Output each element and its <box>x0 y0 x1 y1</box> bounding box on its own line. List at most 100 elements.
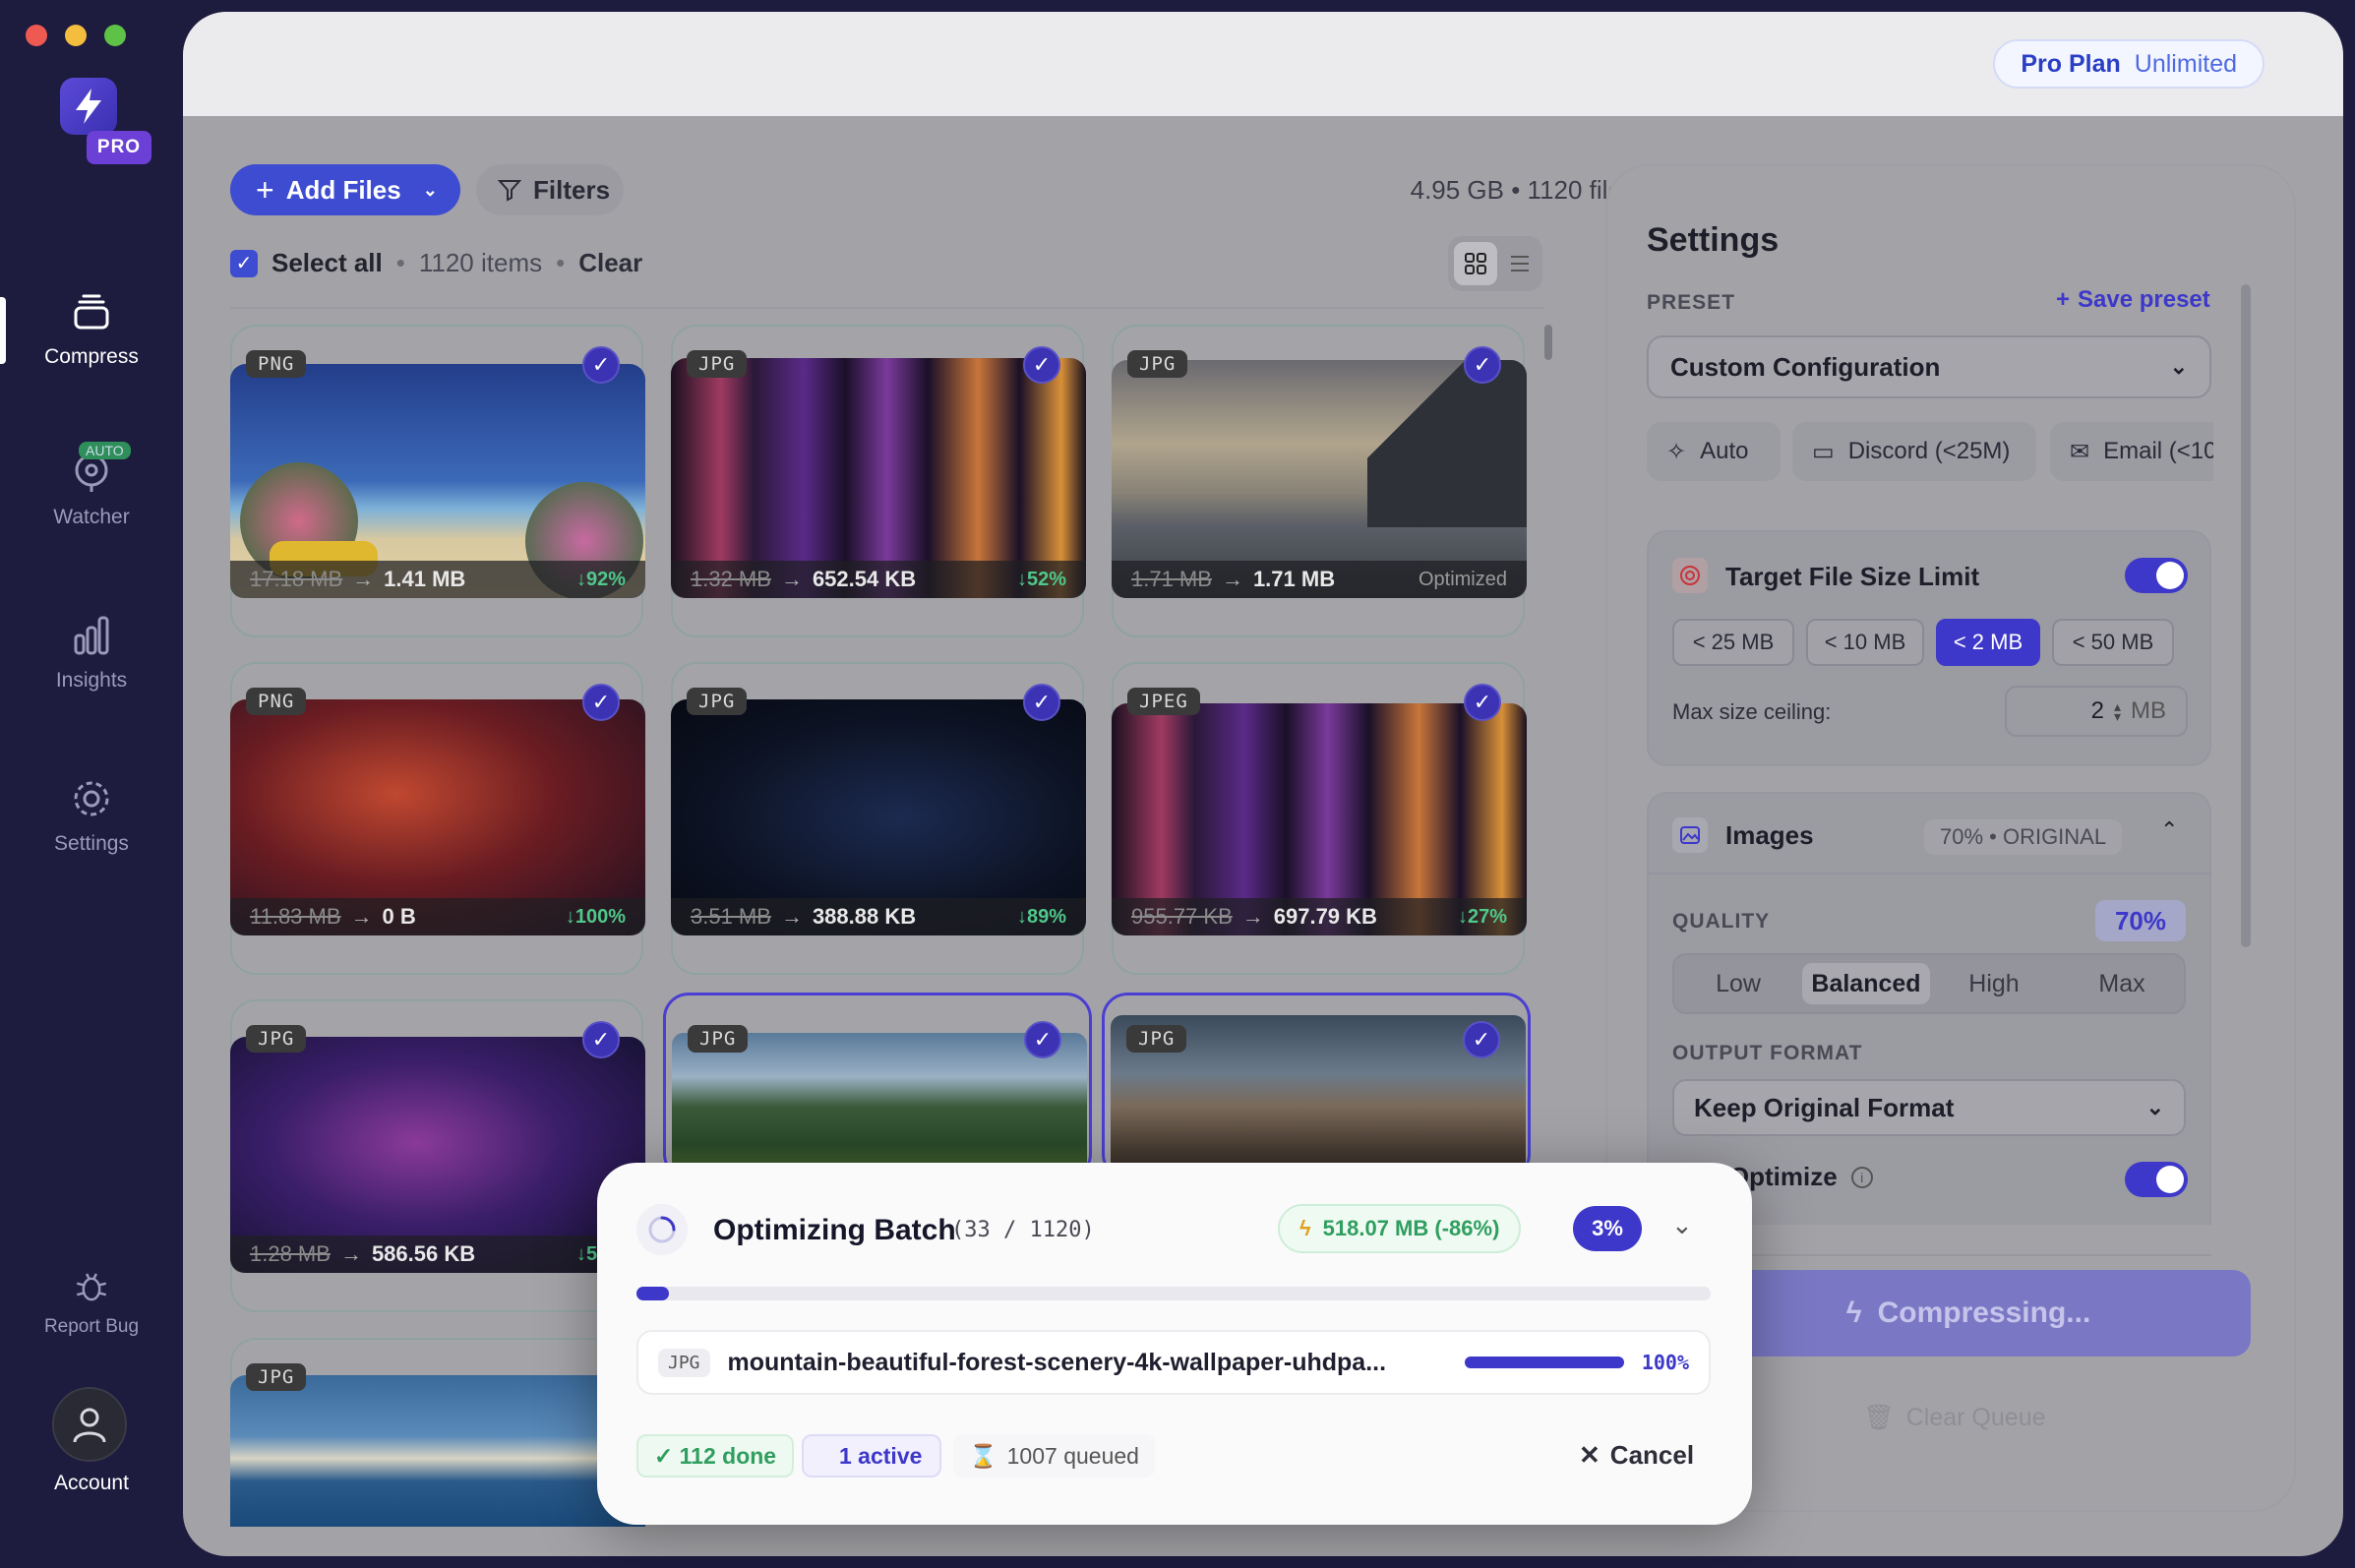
file-type-tag: JPEG <box>1127 688 1200 715</box>
stepper-icon[interactable]: ▴ ▾ <box>2114 699 2121 723</box>
image-card[interactable]: JPEG ✓ 955.77 KB → 697.79 KB ↓27% <box>1112 662 1527 975</box>
close-window-button[interactable] <box>26 25 47 46</box>
chip-label: Auto <box>1700 438 1749 464</box>
active-file-name: mountain-beautiful-forest-scenery-4k-wal… <box>727 1348 1387 1376</box>
size-option[interactable]: < 25 MB <box>1672 619 1794 666</box>
panel-scrollbar[interactable] <box>2241 284 2251 947</box>
clear-queue-label: Clear Queue <box>1905 1404 2046 1431</box>
selected-check-icon[interactable]: ✓ <box>1464 346 1501 384</box>
original-size: 3.51 MB <box>691 904 771 929</box>
queued-label: 1007 queued <box>1006 1442 1139 1469</box>
bolt-icon <box>60 78 117 135</box>
grid-view-icon[interactable] <box>1454 242 1497 285</box>
nav-watcher[interactable]: Watcher <box>0 451 183 529</box>
image-card[interactable]: JPG ✓ <box>663 993 1092 1180</box>
minimize-window-button[interactable] <box>65 25 87 46</box>
preset-chip-discord[interactable]: ▭ Discord (<25M) <box>1792 422 2036 481</box>
selected-check-icon[interactable]: ✓ <box>582 684 620 721</box>
ceiling-input[interactable]: 2 ▴ ▾ MB <box>2005 686 2188 737</box>
smart-optimize-toggle[interactable] <box>2125 1162 2188 1197</box>
arrow-right-icon: → <box>339 1241 362 1266</box>
user-icon <box>73 1408 106 1443</box>
original-size: 17.18 MB <box>250 567 343 591</box>
add-files-label: Add Files <box>285 174 401 205</box>
collapse-chevron-icon[interactable]: ⌄ <box>1671 1210 1693 1240</box>
saved-value: 518.07 MB (-86%) <box>1322 1216 1500 1240</box>
nav-insights[interactable]: Insights <box>0 614 183 693</box>
image-card[interactable]: JPG ✓ <box>1102 993 1531 1180</box>
image-card[interactable]: JPG ✓ 1.71 MB → 1.71 MB Optimized <box>1112 325 1527 637</box>
save-preset-button[interactable]: + Save preset <box>2056 286 2210 314</box>
size-option[interactable]: < 2 MB <box>1936 619 2040 666</box>
filters-button[interactable]: Filters <box>476 164 624 215</box>
quality-max[interactable]: Max <box>2058 963 2186 1004</box>
compressed-size: 586.56 KB <box>371 1241 476 1266</box>
selected-check-icon[interactable]: ✓ <box>1024 1021 1061 1058</box>
preset-chip-auto[interactable]: ✧ Auto <box>1647 422 1781 481</box>
image-card[interactable]: JPG ✓ 1.28 MB→586.56 KB↓55% <box>230 999 645 1312</box>
preset-select[interactable]: Custom Configuration ⌄ <box>1647 335 2211 398</box>
preset-chip-email[interactable]: ✉ Email (<10 <box>2050 422 2213 481</box>
image-card[interactable]: PNG ✓ 11.83 MB → 0 B ↓100% <box>230 662 645 975</box>
select-all-checkbox[interactable]: ✓ <box>230 249 258 277</box>
savings-percent: ↓52% <box>1016 568 1066 590</box>
batch-progress-bar <box>636 1287 1711 1300</box>
original-size: 1.32 MB <box>691 567 771 591</box>
file-type-tag: JPG <box>1127 350 1188 378</box>
images-summary: 70% • ORIGINAL <box>1924 819 2123 855</box>
plan-value: Unlimited <box>2134 49 2237 78</box>
batch-title: Optimizing Batch <box>713 1214 956 1246</box>
list-view-icon[interactable] <box>1501 242 1539 285</box>
grid-scrollbar[interactable] <box>1544 325 1552 360</box>
compress-button[interactable]: ϟ Compressing... <box>1686 1270 2251 1357</box>
selected-check-icon[interactable]: ✓ <box>1464 684 1501 721</box>
sparkle-icon: ✧ <box>1666 438 1687 465</box>
nav-settings[interactable]: Settings <box>0 777 183 856</box>
stack-icon <box>74 294 109 330</box>
chevron-up-icon[interactable]: ⌃ <box>2160 817 2178 843</box>
plan-name: Pro Plan <box>2021 49 2121 78</box>
image-card[interactable]: JPG <box>230 1338 645 1527</box>
quality-low[interactable]: Low <box>1674 963 1802 1004</box>
quality-balanced[interactable]: Balanced <box>1802 963 1930 1004</box>
active-count: 1 active <box>802 1434 942 1478</box>
cancel-button[interactable]: ✕ Cancel <box>1579 1440 1694 1471</box>
image-card[interactable]: JPG ✓ 1.32 MB → 652.54 KB ↓52% <box>671 325 1086 637</box>
image-card[interactable]: PNG ✓ 17.18 MB → 1.41 MB ↓92% <box>230 325 645 637</box>
format-select[interactable]: Keep Original Format ⌄ <box>1672 1079 2186 1136</box>
add-files-button[interactable]: + Add Files ⌄ <box>230 164 460 215</box>
selected-check-icon[interactable]: ✓ <box>1023 346 1060 384</box>
clear-queue-button[interactable]: 🗑 Clear Queue <box>1863 1404 2046 1432</box>
file-type-tag: JPG <box>246 1025 307 1053</box>
images-section: Images 70% • ORIGINAL ⌃ QUALITY 70% Low … <box>1647 792 2211 1225</box>
spinner-icon <box>636 1204 688 1255</box>
avatar <box>52 1387 127 1462</box>
quality-label: QUALITY <box>1672 910 1771 933</box>
select-all-label[interactable]: Select all <box>272 248 383 278</box>
image-card[interactable]: JPG ✓ 3.51 MB → 388.88 KB ↓89% <box>671 662 1086 975</box>
selected-check-icon[interactable]: ✓ <box>582 346 620 384</box>
nav-compress[interactable]: Compress <box>0 290 183 369</box>
target-size-toggle[interactable] <box>2125 558 2188 593</box>
chip-label: Discord (<25M) <box>1847 438 2011 464</box>
info-icon[interactable]: i <box>1850 1166 1873 1188</box>
file-type-tag: PNG <box>246 688 307 715</box>
selected-check-icon[interactable]: ✓ <box>1463 1021 1500 1058</box>
selected-check-icon[interactable]: ✓ <box>1023 684 1060 721</box>
active-file-row: JPG mountain-beautiful-forest-scenery-4k… <box>636 1330 1711 1395</box>
separator-dot: • <box>395 248 405 277</box>
thumbnail-image <box>230 1375 645 1527</box>
chevron-down-icon: ⌄ <box>2169 354 2188 379</box>
size-option[interactable]: < 10 MB <box>1806 619 1924 666</box>
maximize-window-button[interactable] <box>104 25 126 46</box>
plan-badge[interactable]: Pro Plan Unlimited <box>1993 39 2264 89</box>
clear-selection-button[interactable]: Clear <box>578 248 642 278</box>
arrow-right-icon: → <box>780 567 803 591</box>
size-bar: 1.32 MB → 652.54 KB ↓52% <box>671 561 1086 598</box>
selected-check-icon[interactable]: ✓ <box>582 1021 620 1058</box>
nav-report-bug[interactable]: Report Bug <box>0 1269 183 1338</box>
close-icon: ✕ <box>1579 1440 1600 1470</box>
size-option[interactable]: < 50 MB <box>2052 619 2174 666</box>
original-size: 11.83 MB <box>250 904 341 929</box>
quality-high[interactable]: High <box>1930 963 2058 1004</box>
